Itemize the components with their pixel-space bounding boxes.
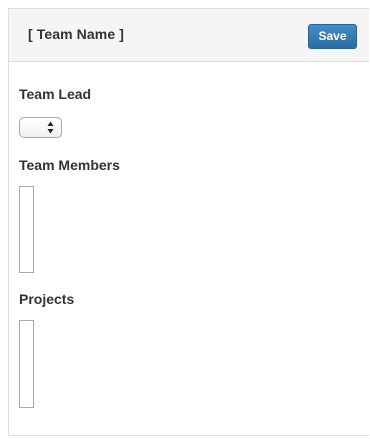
projects-label: Projects xyxy=(19,291,75,307)
team-panel: [ Team Name ] Save xyxy=(8,8,369,436)
team-lead-select[interactable] xyxy=(19,117,62,138)
projects-listbox[interactable] xyxy=(19,320,34,408)
team-members-listbox[interactable] xyxy=(19,186,34,273)
team-name-title: [ Team Name ] xyxy=(28,26,124,42)
panel-header: [ Team Name ] Save xyxy=(9,9,369,62)
chevron-up-down-icon xyxy=(47,121,54,134)
team-lead-label: Team Lead xyxy=(19,86,92,102)
team-members-label: Team Members xyxy=(19,157,120,173)
save-button[interactable]: Save xyxy=(308,24,357,49)
